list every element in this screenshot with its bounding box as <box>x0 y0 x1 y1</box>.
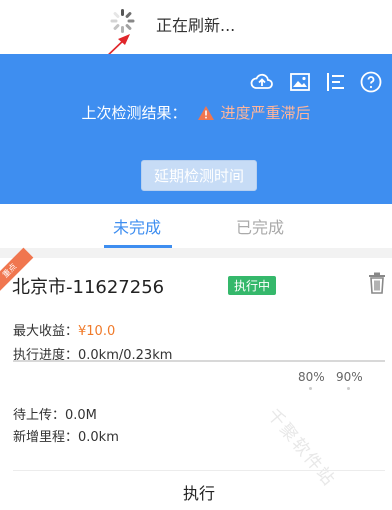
last-check-result: 上次检测结果： 进度严重滞后 <box>0 102 392 123</box>
card-divider <box>13 470 385 471</box>
section-separator <box>0 248 392 258</box>
align-list-icon[interactable] <box>324 70 348 94</box>
help-circle-icon[interactable] <box>359 70 383 94</box>
task-plate-number: 北京市-11627256 <box>12 277 165 298</box>
execute-button[interactable]: 执行 <box>13 472 385 510</box>
progress-track <box>13 360 385 362</box>
trash-icon[interactable] <box>368 272 386 294</box>
marker-90-percent: 90% <box>336 370 363 384</box>
header-panel: 上次检测结果： 进度严重滞后 延期检测时间 <box>0 54 392 204</box>
image-icon[interactable] <box>288 70 312 94</box>
max-income-label: 最大收益： <box>13 324 79 339</box>
max-income-row: 最大收益：¥10.0 <box>13 320 115 339</box>
tab-bar: 未完成 已完成 <box>0 204 392 248</box>
loading-spinner-icon <box>110 9 135 33</box>
tab-incomplete[interactable]: 未完成 <box>113 214 161 238</box>
marker-80-percent: 80% <box>298 370 325 384</box>
warning-icon <box>197 106 214 120</box>
status-badge: 执行中 <box>228 276 277 295</box>
marker-90-dot <box>347 387 350 390</box>
tab-completed[interactable]: 已完成 <box>236 214 284 238</box>
last-result-value: 进度严重滞后 <box>220 104 311 122</box>
last-result-label: 上次检测结果： <box>81 104 187 122</box>
cloud-upload-icon[interactable] <box>250 70 274 94</box>
delay-check-time-button[interactable]: 延期检测时间 <box>141 160 257 191</box>
pending-upload: 待上传：0.0M <box>13 408 97 423</box>
refresh-bar: 正在刷新... <box>0 0 392 81</box>
added-mileage: 新增里程：0.0km <box>13 430 119 445</box>
refresh-text: 正在刷新... <box>156 16 236 35</box>
max-income-value: ¥10.0 <box>78 324 116 339</box>
marker-80-dot <box>309 387 312 390</box>
